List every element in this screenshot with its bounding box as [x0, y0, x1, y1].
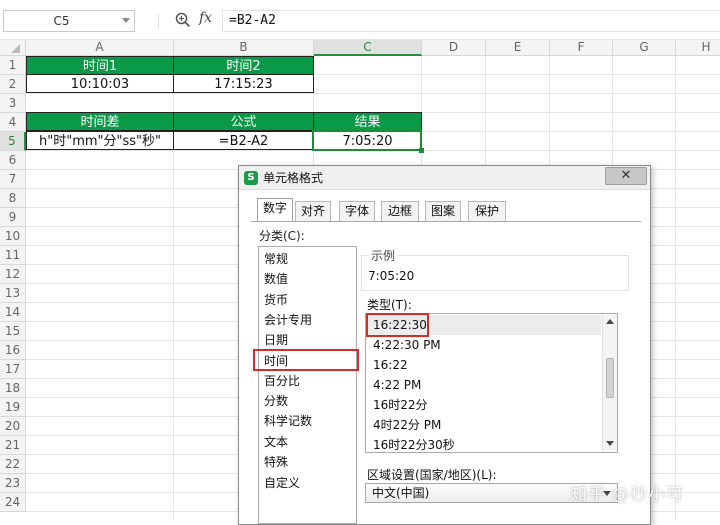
cell-c4[interactable]: 结果: [313, 112, 422, 131]
type-item[interactable]: 4时22分 PM: [373, 416, 441, 434]
locale-value: 中文(中国): [372, 486, 430, 500]
cell-a1[interactable]: 时间1: [26, 56, 174, 75]
formula-input[interactable]: =B2-A2: [222, 10, 720, 32]
category-item[interactable]: 常规: [264, 250, 288, 268]
cell-b4[interactable]: 公式: [173, 112, 314, 131]
cell-a5[interactable]: h"时"mm"分"ss"秒": [26, 131, 174, 150]
category-highlight-box: [253, 349, 359, 371]
category-item[interactable]: 科学记数: [264, 412, 312, 430]
scroll-up-icon[interactable]: [606, 319, 614, 324]
corner-triangle-icon: [11, 44, 20, 53]
chevron-down-icon[interactable]: [122, 18, 130, 23]
column-header-a[interactable]: A: [26, 40, 174, 56]
name-box[interactable]: C5: [3, 10, 135, 32]
tab-font[interactable]: 字体: [339, 201, 375, 221]
row-header-10[interactable]: 10: [0, 227, 26, 246]
dialog-titlebar[interactable]: S 单元格格式 ✕: [239, 166, 650, 190]
cell-b5[interactable]: =B2-A2: [173, 131, 314, 150]
category-item[interactable]: 数值: [264, 270, 288, 288]
tab-number[interactable]: 数字: [257, 198, 293, 222]
column-header-c[interactable]: C: [314, 40, 422, 56]
select-all-corner[interactable]: [0, 40, 26, 56]
row-header-6[interactable]: 6: [0, 151, 26, 170]
scroll-down-icon[interactable]: [606, 441, 614, 446]
column-header-g[interactable]: G: [613, 40, 676, 56]
row-header-1[interactable]: 1: [0, 56, 26, 75]
row-header-13[interactable]: 13: [0, 284, 26, 303]
type-item[interactable]: 4:22 PM: [373, 376, 421, 394]
row-header-2[interactable]: 2: [0, 75, 26, 94]
fx-icon[interactable]: fx: [199, 10, 212, 26]
category-label: 分类(C):: [259, 229, 305, 243]
divider: [158, 14, 159, 28]
category-item[interactable]: 文本: [264, 433, 288, 451]
gridline: [675, 56, 676, 520]
row-header-8[interactable]: 8: [0, 189, 26, 208]
row-header-4[interactable]: 4: [0, 113, 26, 132]
type-item[interactable]: 16时22分30秒: [373, 436, 455, 454]
gridline: [26, 93, 720, 94]
column-header-d[interactable]: D: [422, 40, 486, 56]
row-header-11[interactable]: 11: [0, 246, 26, 265]
watermark: 知乎 @秒小可: [570, 485, 685, 505]
row-header-9[interactable]: 9: [0, 208, 26, 227]
category-item[interactable]: 会计专用: [264, 311, 312, 329]
column-header: A B C D E F G H: [0, 40, 720, 56]
type-item[interactable]: 16:22: [373, 356, 408, 374]
name-box-value: C5: [53, 14, 70, 28]
column-header-b[interactable]: B: [174, 40, 314, 56]
row-header-17[interactable]: 17: [0, 360, 26, 379]
category-item[interactable]: 日期: [264, 331, 288, 349]
dialog-title: 单元格格式: [263, 171, 324, 185]
wps-logo-icon: S: [244, 171, 258, 185]
category-item[interactable]: 百分比: [264, 372, 300, 390]
category-item[interactable]: 自定义: [264, 474, 300, 492]
type-label: 类型(T):: [367, 298, 412, 312]
row-header-24[interactable]: 24: [0, 493, 26, 512]
category-item[interactable]: 货币: [264, 291, 288, 309]
type-item[interactable]: 16时22分: [373, 396, 428, 414]
tab-alignment[interactable]: 对齐: [295, 201, 331, 221]
row-header-18[interactable]: 18: [0, 379, 26, 398]
column-header-e[interactable]: E: [486, 40, 550, 56]
format-cells-dialog: S 单元格格式 ✕ 数字 对齐 字体 边框 图案 保护 分类(C): 常规 数值…: [238, 165, 651, 525]
tab-protection[interactable]: 保护: [468, 201, 506, 221]
scroll-thumb[interactable]: [606, 358, 614, 398]
close-button[interactable]: ✕: [605, 167, 647, 185]
sample-value: 7:05:20: [368, 269, 415, 283]
category-item[interactable]: 分数: [264, 392, 288, 410]
row-header-19[interactable]: 19: [0, 398, 26, 417]
cell-b1[interactable]: 时间2: [173, 56, 314, 75]
category-item[interactable]: 特殊: [264, 453, 288, 471]
row-header-14[interactable]: 14: [0, 303, 26, 322]
tab-divider: [251, 221, 641, 222]
sample-label: 示例: [369, 247, 398, 264]
tab-border[interactable]: 边框: [381, 201, 419, 221]
locale-label: 区域设置(国家/地区)(L):: [367, 468, 497, 482]
cell-a4[interactable]: 时间差: [26, 112, 174, 131]
row-header-20[interactable]: 20: [0, 417, 26, 436]
row-header-23[interactable]: 23: [0, 474, 26, 493]
row-header-21[interactable]: 21: [0, 436, 26, 455]
row-header-16[interactable]: 16: [0, 341, 26, 360]
type-highlight-box: [366, 313, 429, 337]
category-list[interactable]: 常规 数值 货币 会计专用 日期 时间 百分比 分数 科学记数 文本 特殊 自定…: [258, 246, 357, 524]
active-cell-selection: [312, 130, 422, 151]
type-scrollbar[interactable]: [602, 315, 617, 451]
row-header-5[interactable]: 5: [0, 132, 26, 151]
formula-bar: C5 fx =B2-A2: [0, 0, 720, 40]
column-header-h[interactable]: H: [676, 40, 720, 56]
row-header-7[interactable]: 7: [0, 170, 26, 189]
tab-pattern[interactable]: 图案: [425, 201, 461, 221]
row-header-3[interactable]: 3: [0, 94, 26, 113]
row-header-22[interactable]: 22: [0, 455, 26, 474]
column-header-f[interactable]: F: [550, 40, 613, 56]
cell-b2[interactable]: 17:15:23: [173, 74, 314, 93]
type-item[interactable]: 4:22:30 PM: [373, 336, 441, 354]
row-header-12[interactable]: 12: [0, 265, 26, 284]
search-formula-icon[interactable]: [174, 11, 192, 29]
fill-handle[interactable]: [419, 148, 424, 153]
cell-a2[interactable]: 10:10:03: [26, 74, 174, 93]
row-header-15[interactable]: 15: [0, 322, 26, 341]
